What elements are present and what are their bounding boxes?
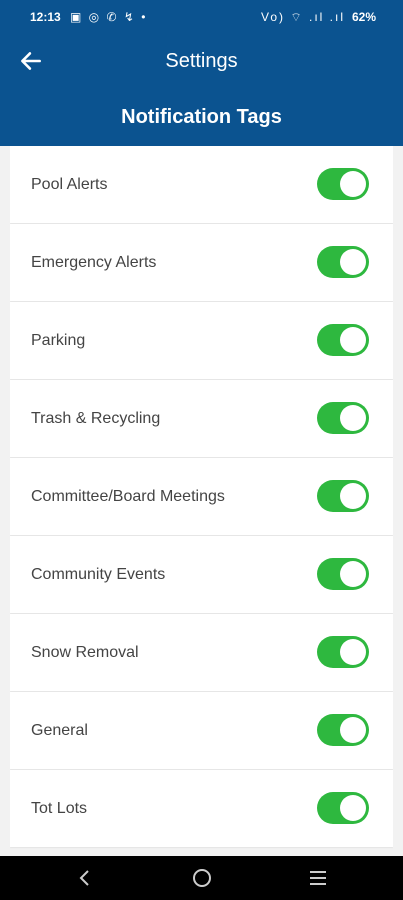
home-circle-icon — [193, 869, 211, 887]
nav-recents-button[interactable] — [306, 866, 330, 890]
section-title: Notification Tags — [121, 106, 282, 128]
status-bar: 12:13 ▣ ◎ ✆ ↯ • Vo) ⌔ .ıl .ıl 62% — [0, 0, 403, 34]
tag-label: Tot Lots — [31, 800, 88, 817]
list-item-parking: Parking — [10, 302, 393, 379]
signal-icons: Vo) ⌔ .ıl .ıl — [261, 10, 345, 24]
notification-icons: ▣ ◎ ✆ ↯ • — [70, 10, 148, 24]
tag-label: Snow Removal — [31, 644, 139, 661]
trash-recycling-toggle[interactable] — [317, 402, 369, 434]
toggle-knob — [340, 327, 366, 353]
list-item-general: General — [10, 692, 393, 769]
toggle-knob — [340, 405, 366, 431]
tag-label: General — [31, 722, 88, 739]
battery-percentage: 62% — [351, 10, 376, 24]
toggle-knob — [340, 249, 366, 275]
system-nav-bar — [0, 856, 403, 900]
nav-back-button[interactable] — [73, 866, 97, 890]
list-item-emergency-alerts: Emergency Alerts — [10, 224, 393, 301]
general-toggle[interactable] — [317, 714, 369, 746]
notification-tags-list: Pool Alerts Emergency Alerts Parking Tra… — [10, 146, 393, 856]
tag-label: Trash & Recycling — [31, 410, 161, 427]
list-item-pool-alerts: Pool Alerts — [10, 146, 393, 223]
app-header: Settings Notification Tags — [0, 34, 403, 146]
tag-label: Parking — [31, 332, 86, 349]
emergency-alerts-toggle[interactable] — [317, 246, 369, 278]
status-time: 12:13 — [30, 10, 61, 24]
tag-label: Pool Alerts — [31, 176, 108, 193]
committee-board-meetings-toggle[interactable] — [317, 480, 369, 512]
toggle-knob — [340, 483, 366, 509]
list-item-community-events: Community Events — [10, 536, 393, 613]
toggle-knob — [340, 639, 366, 665]
list-item-committee-board-meetings: Committee/Board Meetings — [10, 458, 393, 535]
list-item-tot-lots: Tot Lots — [10, 770, 393, 847]
page-title: Settings — [165, 50, 238, 72]
list-item-trash-recycling: Trash & Recycling — [10, 380, 393, 457]
toggle-knob — [340, 717, 366, 743]
tot-lots-toggle[interactable] — [317, 792, 369, 824]
nav-home-button[interactable] — [190, 866, 214, 890]
pool-alerts-toggle[interactable] — [317, 168, 369, 200]
tag-label: Community Events — [31, 566, 166, 583]
list-item-snow-removal: Snow Removal — [10, 614, 393, 691]
toggle-knob — [340, 795, 366, 821]
toggle-knob — [340, 171, 366, 197]
chevron-left-icon — [79, 870, 89, 886]
community-events-toggle[interactable] — [317, 558, 369, 590]
tag-label: Emergency Alerts — [31, 254, 157, 271]
toggle-knob — [340, 561, 366, 587]
tag-label: Committee/Board Meetings — [31, 488, 225, 505]
parking-toggle[interactable] — [317, 324, 369, 356]
snow-removal-toggle[interactable] — [317, 636, 369, 668]
menu-lines-icon — [310, 871, 326, 885]
